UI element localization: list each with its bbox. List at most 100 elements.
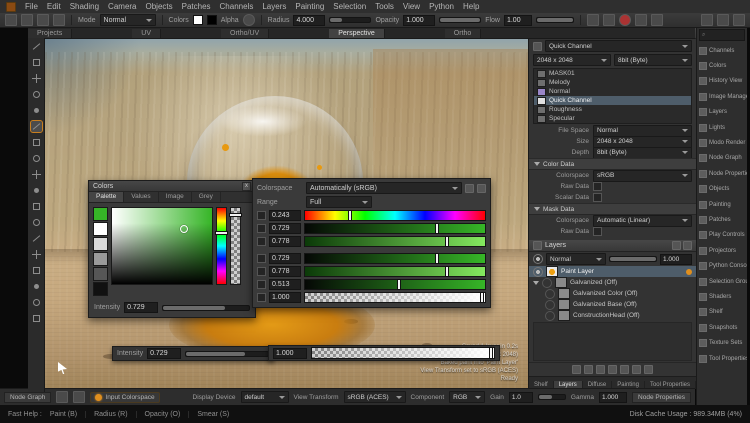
color-swatch[interactable] [93,282,108,296]
red-value-field[interactable]: 0.729 [269,253,301,264]
view-transform-dropdown[interactable]: sRGB (ACES) [344,391,406,403]
duplicate-layer-icon[interactable] [632,365,641,374]
radius-field[interactable]: 4.000 [293,15,325,26]
scalar-data-checkbox[interactable] [593,193,602,202]
dock-item-shelf[interactable]: Shelf [697,305,747,320]
component-dropdown[interactable]: RGB [449,391,485,403]
dock-item-selection-groups[interactable]: Selection Groups [697,274,747,289]
dock-item-python-console[interactable]: Python Console [697,258,747,273]
channel-size-dropdown[interactable]: 2048 x 2048 [533,54,611,66]
projection-icon[interactable] [603,14,615,26]
tab-image[interactable]: Image [159,192,192,202]
gain-field[interactable]: 1.0 [509,392,533,403]
layer-row-galvanized[interactable]: Galvanized (Off) [529,277,696,288]
eraser-tool-icon[interactable] [31,137,42,148]
layer-visibility-icon[interactable] [533,254,543,264]
menu-painting[interactable]: Painting [295,2,324,11]
colors-panel-header[interactable]: Colors x [89,181,255,192]
layer-row-galvanized-base[interactable]: Galvanized Base (Off) [529,299,696,310]
input-colorspace-node[interactable]: Input Colorspace [90,392,159,403]
strip-alpha-slider[interactable] [311,347,495,359]
text-tool-icon[interactable] [31,297,42,308]
value-value-field[interactable]: 0.778 [269,236,301,247]
background-color-swatch[interactable] [207,15,217,25]
alpha-value-field[interactable]: 1.000 [269,292,301,303]
dock-item-snapshots[interactable]: Snapshots [697,320,747,335]
channel-colorspace-dropdown[interactable]: sRGB [593,170,692,182]
dock-item-node-properties[interactable]: Node Properties [697,166,747,181]
green-value-field[interactable]: 0.778 [269,266,301,277]
channel-row[interactable]: Melody [534,78,691,87]
eyedropper-tool-icon[interactable] [31,233,42,244]
tab-palette[interactable]: Palette [89,192,124,202]
menu-selection[interactable]: Selection [333,2,366,11]
dock-item-node-graph[interactable]: Node Graph [697,151,747,166]
tab-values[interactable]: Values [124,192,158,202]
menu-channels[interactable]: Channels [220,2,254,11]
gain-slider[interactable] [538,394,566,400]
radius-slider[interactable] [329,17,371,23]
menu-camera[interactable]: Camera [108,2,136,11]
tab-ortho[interactable]: Ortho [445,29,482,38]
opacity-field[interactable]: 1.000 [403,15,435,26]
frame-all-icon[interactable] [73,391,85,403]
tab-projects[interactable]: Projects [28,29,72,38]
menu-shading[interactable]: Shading [70,2,99,11]
dock-item-patches[interactable]: Patches [697,212,747,227]
close-icon[interactable] [683,241,692,250]
depth-dropdown[interactable]: 8bit (Byte) [593,147,692,159]
menu-help[interactable]: Help [463,2,479,11]
size-dropdown[interactable]: 2048 x 2048 [593,136,692,148]
color-data-section[interactable]: Color Data [529,158,696,170]
colorspace-dropdown[interactable]: Automatically (sRGB) [306,182,462,194]
palette-search-box[interactable]: ⌕ [699,29,745,41]
tab-grey[interactable]: Grey [192,192,221,202]
opacity-slider[interactable] [439,17,481,23]
warp-tool-icon[interactable] [31,265,42,276]
alpha-strip[interactable] [230,207,241,285]
foreground-color-swatch[interactable] [193,15,203,25]
menu-view[interactable]: View [403,2,420,11]
menu-file[interactable]: File [25,2,38,11]
settings-gear-icon[interactable] [733,14,745,26]
wireframe-icon[interactable] [651,14,663,26]
zoom-tool-icon[interactable] [31,89,42,100]
tab-perspective[interactable]: Perspective [329,29,385,38]
fill-tool-icon[interactable] [31,217,42,228]
menu-tools[interactable]: Tools [375,2,394,11]
pin-tool-icon[interactable] [31,313,42,324]
color-swatch[interactable] [93,222,108,236]
strip-intensity-field[interactable]: 0.729 [147,348,181,359]
raw-data-checkbox[interactable] [593,182,602,191]
dock-item-colors[interactable]: Colors [697,58,747,73]
dock-item-tool-properties[interactable]: Tool Properties [697,351,747,366]
merge-layers-icon[interactable] [620,365,629,374]
blue-gradient-slider[interactable] [304,279,486,290]
dock-item-objects[interactable]: Objects [697,182,747,197]
dock-item-image-manager[interactable]: Image Manager [697,89,747,104]
pan-tool-icon[interactable] [31,105,42,116]
blur-tool-icon[interactable] [31,169,42,180]
dock-item-texture-sets[interactable]: Texture Sets [697,335,747,350]
fullscreen-icon[interactable] [717,14,729,26]
eye-off-icon[interactable] [545,311,555,321]
home-view-icon[interactable] [56,391,68,403]
paint-mode-dropdown[interactable]: Normal [100,14,156,26]
color-swatch[interactable] [93,237,108,251]
marquee-select-tool-icon[interactable] [31,57,42,68]
close-icon[interactable]: x [242,182,251,191]
hue-strip[interactable] [216,207,227,285]
eye-off-icon[interactable] [545,300,555,310]
channel-row[interactable]: Normal [534,87,691,96]
red-gradient-slider[interactable] [304,253,486,264]
blend-mode-dropdown[interactable]: Normal [546,253,606,265]
red-channel-checkbox[interactable] [257,254,266,263]
green-gradient-slider[interactable] [304,266,486,277]
dock-item-play-controls[interactable]: Play Controls [697,228,747,243]
menu-edit[interactable]: Edit [47,2,61,11]
gamma-field[interactable]: 1.000 [599,392,627,403]
dock-item-lights[interactable]: Lights [697,120,747,135]
channel-row[interactable]: Roughness [534,105,691,114]
layer-row-galvanized-color[interactable]: Galvanized Color (Off) [529,288,696,299]
saturation-gradient-slider[interactable] [304,223,486,234]
